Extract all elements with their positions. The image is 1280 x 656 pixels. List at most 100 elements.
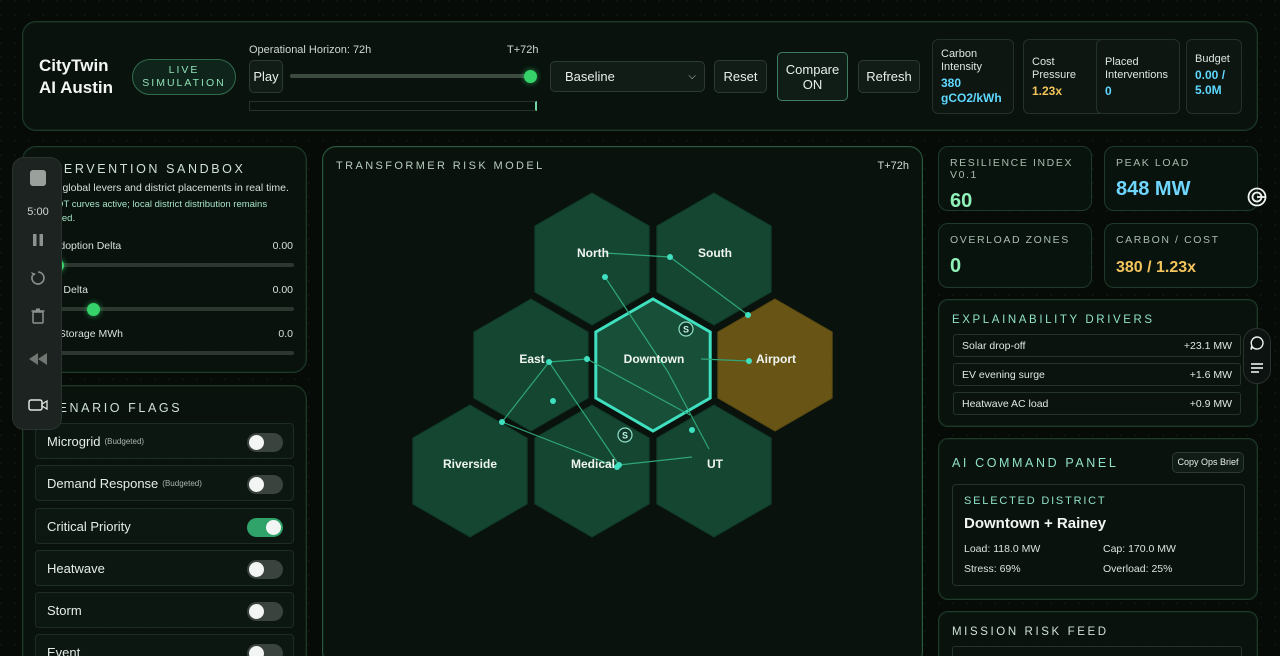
heatwave-toggle[interactable] <box>247 560 283 579</box>
video-camera-icon <box>28 399 48 411</box>
flag-row-demand-response: Demand Response (Budgeted) <box>35 465 294 501</box>
rewind-button[interactable] <box>13 353 63 365</box>
storage-badge-label: S <box>622 431 628 441</box>
refresh-button-label: Refresh <box>866 69 912 84</box>
district-label-north: North <box>577 246 609 260</box>
toggle-knob <box>266 520 281 535</box>
sandbox-desc-line1: Tune global levers and district placemen… <box>36 182 289 194</box>
kpi-label: RESILIENCE INDEX V0.1 <box>950 157 1074 181</box>
metric-label: Pressure <box>1032 69 1077 81</box>
stop-recording-button[interactable] <box>13 170 63 186</box>
command-title: AI COMMAND PANEL <box>952 456 1119 470</box>
district-label-south: South <box>698 246 732 260</box>
trash-icon <box>31 308 45 324</box>
menu-lines-icon[interactable] <box>1249 361 1265 380</box>
grid-node <box>499 419 505 425</box>
metric-cost-pressure: Cost Pressure 1.23x <box>1023 39 1107 114</box>
scenario-select-value: Baseline <box>565 69 615 84</box>
ev-adoption-slider[interactable] <box>36 258 294 272</box>
side-action-rail <box>1243 328 1271 384</box>
live-simulation-badge: LIVE SIMULATION <box>132 59 236 95</box>
metric-label: Interventions <box>1105 69 1168 81</box>
flag-label: Storm <box>47 602 82 618</box>
demand-response-toggle[interactable] <box>247 475 283 494</box>
district-stress: Stress: 69% <box>964 563 1021 575</box>
metric-label: Intensity <box>941 61 982 73</box>
solar-delta-slider[interactable] <box>36 302 294 316</box>
delete-recording-button[interactable] <box>13 307 63 325</box>
assistant-logo-icon <box>1247 187 1267 207</box>
lever-value: 0.00 <box>272 240 293 252</box>
driver-value: +1.6 MW <box>1189 368 1232 381</box>
intervention-sandbox-panel: INTERVENTION SANDBOX Tune global levers … <box>22 146 307 373</box>
horizon-slider-thumb[interactable] <box>524 69 537 83</box>
metric-value: 1.23x <box>1032 84 1063 98</box>
recording-timer: 5:00 <box>27 206 49 218</box>
district-capacity: Cap: 170.0 MW <box>1103 543 1176 555</box>
compare-button-line1: Compare <box>785 61 840 77</box>
district-label-medical: Medical <box>571 457 615 471</box>
feed-list <box>952 646 1242 656</box>
horizon-progress-strip <box>249 101 537 111</box>
sandbox-description: Tune global levers and district placemen… <box>36 181 289 195</box>
compare-toggle-button[interactable]: Compare ON <box>777 52 848 101</box>
grid-node <box>667 254 673 260</box>
flag-label: Critical Priority <box>47 518 131 534</box>
scenario-select[interactable]: Baseline ⌵ <box>550 61 705 92</box>
event-toggle[interactable] <box>247 644 283 656</box>
flag-row-microgrid: Microgrid (Budgeted) <box>35 423 294 459</box>
district-overload: Overload: 25% <box>1103 563 1173 575</box>
driver-label: EV evening surge <box>962 368 1045 381</box>
metric-value-line1: 380 <box>941 76 962 90</box>
horizon-slider[interactable] <box>290 69 537 83</box>
district-label-downtown: Downtown <box>624 352 685 366</box>
storm-toggle[interactable] <box>247 602 283 621</box>
copy-ops-brief-label: Copy Ops Brief <box>1177 457 1239 467</box>
grid-node <box>745 312 751 318</box>
copy-ops-brief-button[interactable]: Copy Ops Brief <box>1172 452 1244 473</box>
district-label-airport: Airport <box>756 352 796 366</box>
chevron-down-icon: ⌵ <box>688 71 696 82</box>
driver-row: Solar drop-off +23.1 MW <box>953 334 1241 357</box>
metric-budget: Budget 0.00 / 5.0M <box>1186 39 1242 114</box>
pause-icon <box>33 234 43 246</box>
refresh-button[interactable]: Refresh <box>858 60 920 93</box>
metric-label: Cost <box>1032 56 1055 68</box>
flag-row-event: Event <box>35 634 294 656</box>
selected-district-label: SELECTED DISTRICT <box>964 495 1107 507</box>
kpi-label: OVERLOAD ZONES <box>950 234 1070 246</box>
microgrid-toggle[interactable] <box>247 433 283 452</box>
metric-value: 380 gCO2/kWh <box>941 76 1005 106</box>
driver-value: +0.9 MW <box>1189 397 1232 410</box>
reset-button-label: Reset <box>723 69 758 84</box>
metric-label: Placed <box>1105 56 1139 68</box>
pause-recording-button[interactable] <box>13 232 63 248</box>
selected-district-name: Downtown + Rainey <box>964 515 1107 532</box>
top-control-bar: CityTwin AI Austin LIVE SIMULATION Opera… <box>22 21 1258 131</box>
metric-value-line2: 5.0M <box>1195 83 1222 97</box>
solar-delta-slider-thumb[interactable] <box>86 302 100 316</box>
kpi-value: 380 / 1.23x <box>1116 259 1197 276</box>
critical-priority-toggle[interactable] <box>247 518 283 537</box>
kpi-value: 60 <box>950 190 973 212</box>
storage-badge-label: S <box>683 325 689 335</box>
play-button[interactable]: Play <box>249 60 283 93</box>
kpi-value: 0 <box>950 255 962 277</box>
toggle-knob <box>249 604 264 619</box>
grid-storage-slider[interactable] <box>36 351 294 355</box>
app-brand: CityTwin AI Austin <box>39 55 113 99</box>
camera-toggle-button[interactable] <box>13 398 63 412</box>
kpi-value: 848 MW <box>1116 178 1191 200</box>
assistant-logo-button[interactable] <box>1242 182 1272 212</box>
lever-value: 0.0 <box>278 328 293 340</box>
kpi-overload-zones: OVERLOAD ZONES 0 <box>938 223 1092 288</box>
restart-recording-button[interactable] <box>13 269 63 287</box>
driver-row: Heatwave AC load +0.9 MW <box>953 392 1241 415</box>
chat-icon[interactable] <box>1249 335 1265 356</box>
brand-line2: AI Austin <box>39 78 113 97</box>
kpi-label: CARBON / COST <box>1116 234 1220 246</box>
district-hex-ut[interactable] <box>656 404 772 538</box>
reset-button[interactable]: Reset <box>714 60 767 93</box>
metric-placed-interventions: Placed Interventions 0 <box>1096 39 1180 114</box>
live-badge-line2: SIMULATION <box>142 77 226 89</box>
